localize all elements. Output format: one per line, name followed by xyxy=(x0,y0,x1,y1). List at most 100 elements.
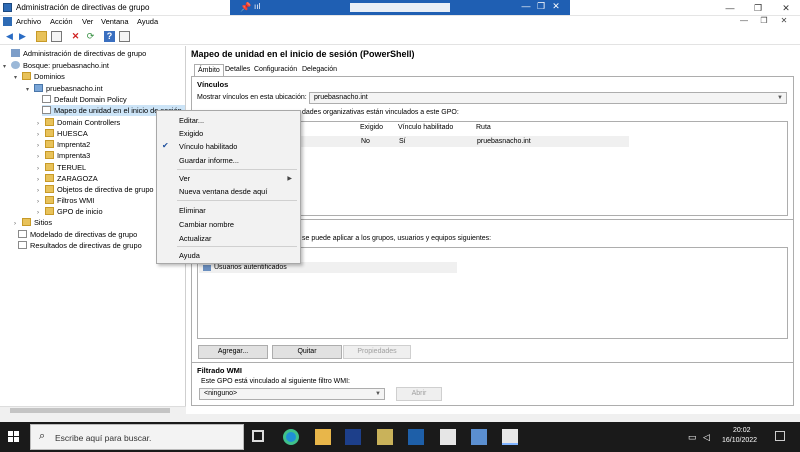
menu-item-ver[interactable]: Ver xyxy=(179,174,190,183)
volume-icon[interactable]: ◁ xyxy=(703,432,710,443)
menu-item-vinculo-habilitado[interactable]: Vínculo habilitado xyxy=(179,142,237,151)
open-wmi-button[interactable]: Abrir xyxy=(396,387,442,401)
menu-item-exigido[interactable]: Exigido xyxy=(179,129,203,138)
rdp-close-button[interactable]: ✕ xyxy=(550,1,562,12)
menu-ventana[interactable]: Ventana xyxy=(101,17,129,26)
tab-configuracion[interactable]: Configuración xyxy=(251,64,300,76)
refresh-icon[interactable]: ⟳ xyxy=(85,31,96,42)
maximize-button[interactable]: ❐ xyxy=(744,0,772,16)
tree-default-domain-policy[interactable]: Default Domain Policy xyxy=(42,94,127,105)
close-button[interactable]: ✕ xyxy=(772,0,800,16)
menu-separator xyxy=(177,246,297,247)
notifications-icon[interactable] xyxy=(775,431,785,441)
rdp-restore-button[interactable]: ❐ xyxy=(535,1,547,12)
powershell-icon[interactable] xyxy=(345,429,361,445)
tree-gp-results[interactable]: Resultados de directivas de grupo xyxy=(18,240,142,251)
menu-ayuda[interactable]: Ayuda xyxy=(137,17,158,26)
expand-arrow-icon[interactable]: ▾ xyxy=(14,73,22,84)
chevron-down-icon: ▼ xyxy=(375,391,381,397)
ou-folder-icon xyxy=(45,140,54,148)
menu-accion[interactable]: Acción xyxy=(50,17,73,26)
tab-delegacion[interactable]: Delegación xyxy=(299,64,340,76)
col-ruta[interactable]: Ruta xyxy=(476,124,491,131)
back-arrow-icon[interactable]: ◀ xyxy=(4,31,15,42)
gpo-editor-icon[interactable] xyxy=(502,429,518,445)
mdi-minimize-button[interactable]: — xyxy=(734,16,754,25)
tree-zaragoza[interactable]: › ZARAGOZA xyxy=(37,173,98,184)
forward-arrow-icon[interactable]: ▶ xyxy=(17,31,28,42)
col-vinculo-habilitado[interactable]: Vínculo habilitado xyxy=(398,124,453,131)
col-exigido[interactable]: Exigido xyxy=(360,124,383,131)
windows-start-icon[interactable] xyxy=(8,431,20,443)
tree-sites[interactable]: › Sitios xyxy=(14,217,52,228)
tree-starter-gpos[interactable]: › GPO de inicio xyxy=(37,206,103,217)
tree-huesca[interactable]: › HUESCA xyxy=(37,128,88,139)
context-menu: Editar... Exigido ✔ Vínculo habilitado G… xyxy=(156,110,301,264)
menu-ver[interactable]: Ver xyxy=(82,17,93,26)
remote-desktop-bar[interactable]: 📌 ııl — ❐ ✕ xyxy=(230,0,570,15)
taskbar-search-box[interactable]: ⌕ Escribe aquí para buscar. xyxy=(30,424,244,450)
remove-button[interactable]: Quitar xyxy=(272,345,342,359)
gpmc-taskbar-icon[interactable] xyxy=(440,429,456,445)
tree-gp-modeling[interactable]: Modelado de directivas de grupo xyxy=(18,229,137,240)
folder-icon xyxy=(45,207,54,215)
menu-separator xyxy=(177,169,297,170)
tab-ambito[interactable]: Ámbito xyxy=(194,64,224,76)
tree-teruel[interactable]: › TERUEL xyxy=(37,162,86,173)
folder-icon xyxy=(45,196,54,204)
show-hide-tree-icon[interactable] xyxy=(51,31,62,42)
menu-item-guardar-informe[interactable]: Guardar informe... xyxy=(179,156,239,165)
delete-icon[interactable]: ✕ xyxy=(70,31,81,42)
tree-imprenta3[interactable]: › Imprenta3 xyxy=(37,150,90,161)
add-button[interactable]: Agregar... xyxy=(198,345,268,359)
menu-item-ayuda[interactable]: Ayuda xyxy=(179,251,200,260)
properties-button[interactable]: Propiedades xyxy=(343,345,411,359)
expand-arrow-icon[interactable]: ▾ xyxy=(26,85,34,96)
tree-forest[interactable]: ▾ Bosque: pruebasnacho.int xyxy=(3,60,109,71)
menu-item-nueva-ventana[interactable]: Nueva ventana desde aquí xyxy=(179,187,267,196)
wmi-description: Este GPO está vinculado al siguiente fil… xyxy=(201,378,351,385)
gpmc-app-icon xyxy=(3,3,12,12)
task-view-icon[interactable] xyxy=(252,430,264,442)
pin-icon[interactable]: 📌 xyxy=(240,2,251,13)
links-location-select[interactable]: pruebasnacho.int ▼ xyxy=(309,92,787,104)
wmi-filter-select[interactable]: <ninguno> ▼ xyxy=(199,388,385,400)
window-controls: — ❐ ✕ xyxy=(716,0,800,16)
clock-date[interactable]: 16/10/2022 xyxy=(722,437,757,444)
edge-browser-icon[interactable] xyxy=(283,429,299,445)
tree-horizontal-scrollbar[interactable] xyxy=(0,406,186,414)
tree-domain-controllers[interactable]: › Domain Controllers xyxy=(37,117,120,128)
tree-imprenta2[interactable]: › Imprenta2 xyxy=(37,139,90,150)
search-icon: ⌕ xyxy=(39,430,46,442)
powershell-ise-icon[interactable] xyxy=(408,429,424,445)
minimize-button[interactable]: — xyxy=(716,0,744,16)
tree-wmi-filters[interactable]: › Filtros WMI xyxy=(37,195,94,206)
mdi-close-button[interactable]: ✕ xyxy=(774,16,794,25)
help-icon[interactable]: ? xyxy=(104,31,115,42)
ad-users-icon[interactable] xyxy=(471,429,487,445)
tree-domain-pruebasnacho[interactable]: ▾ pruebasnacho.int xyxy=(26,83,103,94)
ou-folder-icon xyxy=(45,163,54,171)
mdi-restore-button[interactable]: ❐ xyxy=(754,16,774,25)
tree-gpo-objects[interactable]: › Objetos de directiva de grupo xyxy=(37,184,154,195)
menu-item-actualizar[interactable]: Actualizar xyxy=(179,234,211,243)
menu-item-eliminar[interactable]: Eliminar xyxy=(179,206,206,215)
scrollbar-thumb[interactable] xyxy=(10,408,170,413)
network-icon[interactable]: ▭ xyxy=(688,432,697,443)
expand-arrow-icon[interactable]: ▾ xyxy=(3,62,11,73)
up-folder-icon[interactable] xyxy=(36,31,47,42)
menu-archivo[interactable]: Archivo xyxy=(16,17,41,26)
properties-icon[interactable] xyxy=(119,31,130,42)
window-titlebar: Administración de directivas de grupo 📌 … xyxy=(0,0,800,16)
menu-item-cambiar-nombre[interactable]: Cambiar nombre xyxy=(179,220,234,229)
menu-item-editar[interactable]: Editar... xyxy=(179,116,204,125)
security-filter-description: se puede aplicar a los grupos, usuarios … xyxy=(302,235,492,242)
gpmc-menu-icon xyxy=(3,17,12,26)
tree-root[interactable]: Administración de directivas de grupo xyxy=(3,48,146,59)
rdp-minimize-button[interactable]: — xyxy=(520,1,532,11)
tree-domains[interactable]: ▾ Dominios xyxy=(14,71,65,82)
tab-detalles[interactable]: Detalles xyxy=(222,64,253,76)
server-manager-icon[interactable] xyxy=(377,429,393,445)
clock-time[interactable]: 20:02 xyxy=(733,427,751,434)
file-explorer-icon[interactable] xyxy=(315,429,331,445)
